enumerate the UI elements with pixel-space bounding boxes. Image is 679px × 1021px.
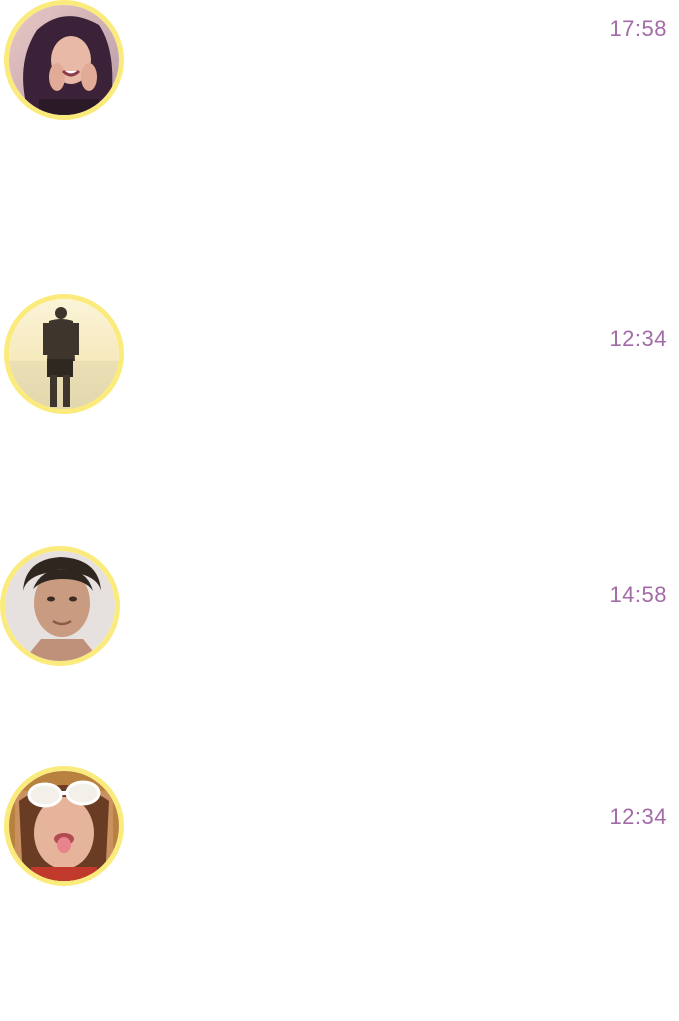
avatar[interactable] (0, 546, 120, 666)
timestamp: 14:58 (609, 582, 667, 607)
avatar-woman-sunglasses-icon (9, 771, 119, 881)
avatar[interactable] (4, 294, 124, 414)
avatar[interactable] (4, 766, 124, 886)
chat-list-item[interactable]: 17:58 (0, 0, 679, 130)
timestamp: 12:34 (609, 804, 667, 829)
avatar-woman-smiling-icon (9, 5, 119, 115)
avatar[interactable] (4, 0, 124, 120)
chat-list-item[interactable]: 12:34 (0, 294, 679, 424)
timestamp: 12:34 (609, 326, 667, 351)
chat-list-item[interactable]: 12:34 (0, 766, 679, 896)
avatar-man-portrait-icon (5, 551, 115, 661)
chat-list-item[interactable]: 14:58 (0, 546, 679, 676)
avatar-man-beach-silhouette-icon (9, 299, 119, 409)
timestamp: 17:58 (609, 16, 667, 41)
